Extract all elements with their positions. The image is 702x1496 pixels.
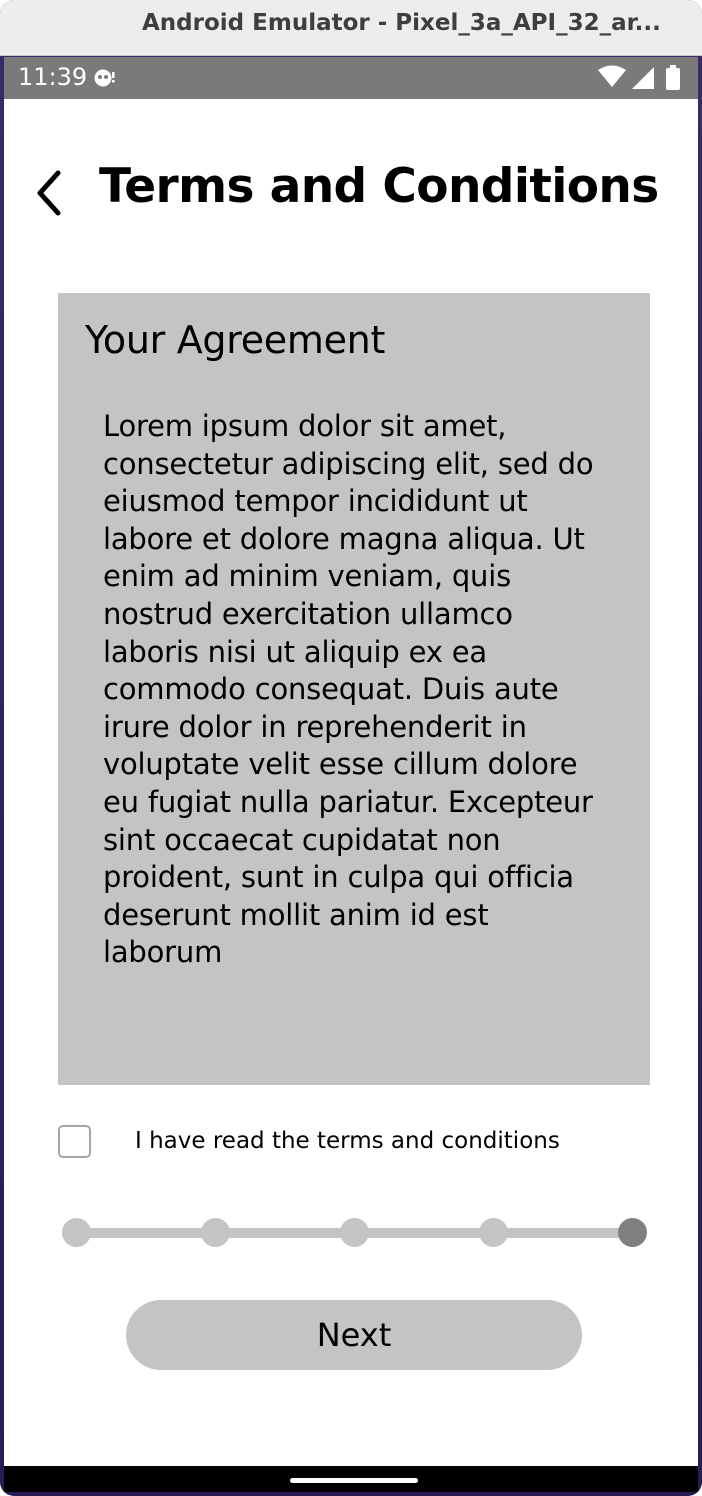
terms-consent-row: I have read the terms and conditions <box>58 1123 658 1163</box>
terms-checkbox-label[interactable]: I have read the terms and conditions <box>135 1128 560 1154</box>
terms-checkbox[interactable] <box>58 1125 91 1158</box>
step-dot-5 <box>618 1218 647 1247</box>
notification-icon <box>94 69 115 87</box>
status-indicators <box>598 65 680 90</box>
agreement-title: Your Agreement <box>85 318 386 362</box>
status-time: 11:39 <box>18 63 88 91</box>
back-chevron-icon[interactable] <box>26 165 76 221</box>
window-title-bar: Android Emulator - Pixel_3a_API_32_ar... <box>0 0 702 56</box>
step-dot-3 <box>340 1218 369 1247</box>
agreement-card: Your Agreement Lorem ipsum dolor sit ame… <box>58 293 650 1085</box>
system-nav-bar <box>4 1466 698 1492</box>
step-dot-1 <box>62 1218 91 1247</box>
signal-icon <box>632 67 654 89</box>
battery-icon <box>666 65 680 90</box>
page-title: Terms and Conditions <box>99 159 659 214</box>
wifi-icon <box>598 65 626 87</box>
next-button[interactable]: Next <box>126 1300 582 1370</box>
emulator-window: Android Emulator - Pixel_3a_API_32_ar...… <box>0 0 702 1496</box>
app-header: Terms and Conditions <box>4 99 698 279</box>
step-dot-2 <box>201 1218 230 1247</box>
progress-stepper <box>61 1217 651 1249</box>
home-indicator[interactable] <box>290 1478 418 1483</box>
window-title: Android Emulator - Pixel_3a_API_32_ar... <box>142 10 661 36</box>
step-dot-4 <box>479 1218 508 1247</box>
device-screen: 11:39 Terms and Conditions Your Agreemen… <box>4 57 698 1492</box>
agreement-body-text: Lorem ipsum dolor sit amet, consectetur … <box>103 409 594 970</box>
status-bar: 11:39 <box>4 57 698 99</box>
